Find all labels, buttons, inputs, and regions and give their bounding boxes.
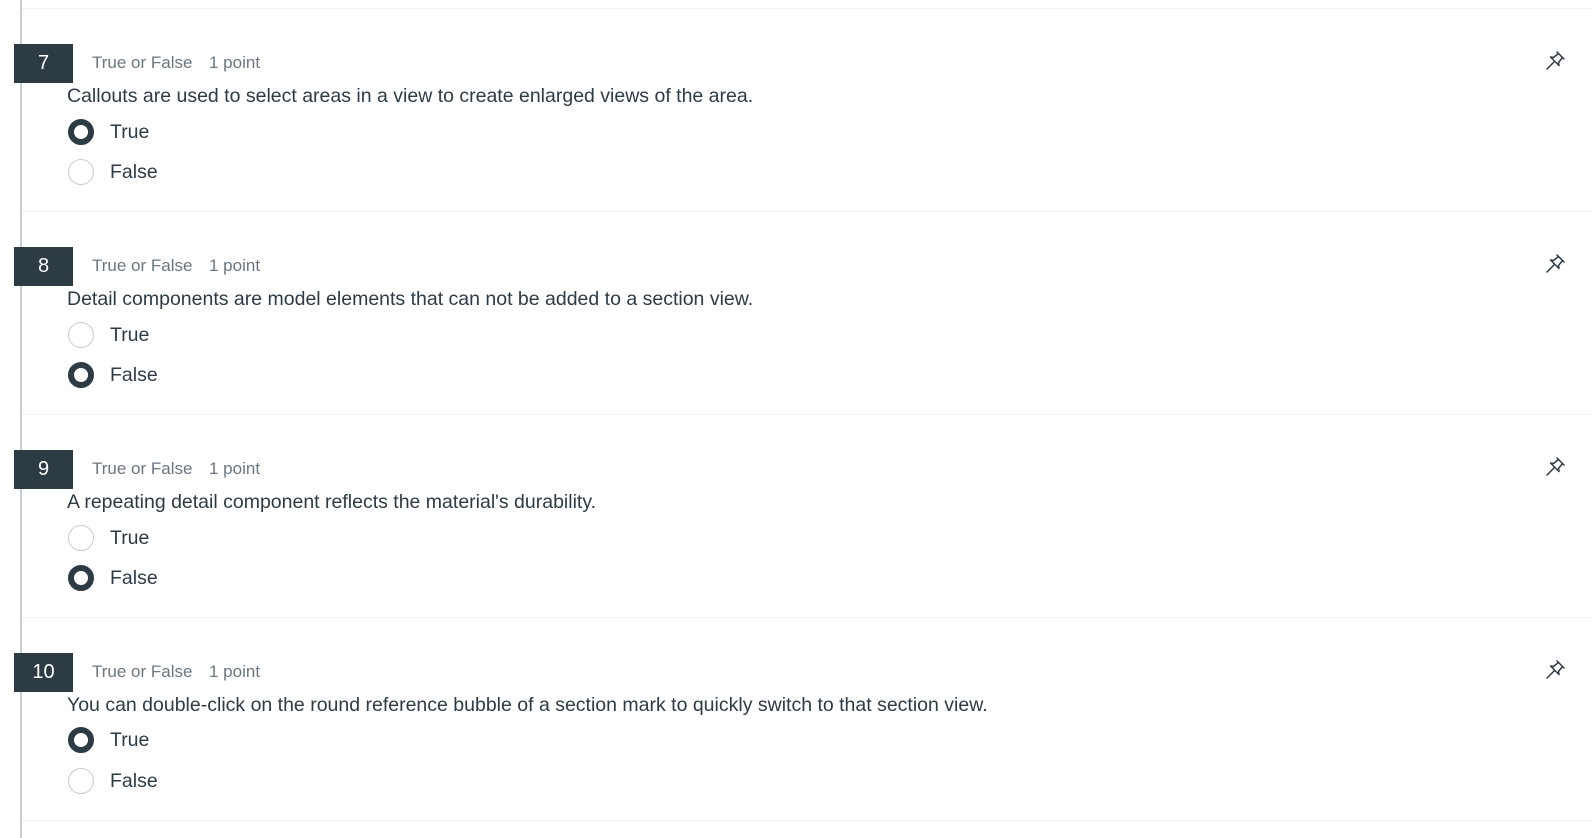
answer-option-true[interactable]: True [68,727,149,753]
question-number-badge: 10 [14,653,73,692]
answer-option-false[interactable]: False [68,159,158,185]
answer-label: True [110,120,150,143]
radio-button[interactable] [68,159,94,185]
question-divider [22,617,1592,618]
answer-option-false[interactable]: False [68,362,158,388]
question-points: 1 point [209,53,261,72]
question-text: You can double-click on the round refere… [67,694,988,716]
question-divider [22,820,1592,821]
radio-button[interactable] [68,119,94,145]
answer-label: False [110,160,158,183]
question-divider [22,414,1592,415]
question-number-badge: 9 [14,450,73,489]
question-7: 7 True or False 1 point Callouts are use… [0,44,1592,204]
pushpin-icon[interactable] [1544,253,1566,275]
pushpin-icon[interactable] [1544,659,1566,681]
question-type: True or False [92,53,193,72]
answer-label: False [110,566,158,589]
question-number-badge: 8 [14,247,73,286]
question-type: True or False [92,459,193,478]
answer-option-true[interactable]: True [68,119,149,145]
answer-option-false[interactable]: False [68,768,158,794]
question-points: 1 point [209,256,261,275]
question-8: 8 True or False 1 point Detail component… [0,247,1592,407]
question-type: True or False [92,662,193,681]
answer-label: True [110,526,150,549]
answer-label: False [110,769,158,792]
question-10: 10 True or False 1 point You can double-… [0,653,1592,813]
answer-option-false[interactable]: False [68,565,158,591]
answer-label: False [110,363,158,386]
radio-button[interactable] [68,768,94,794]
question-text: Callouts are used to select areas in a v… [67,85,754,107]
question-number-badge: 7 [14,44,73,83]
radio-button[interactable] [68,322,94,348]
answer-label: True [110,728,150,751]
question-type: True or False [92,256,193,275]
question-text: A repeating detail component reflects th… [67,491,597,513]
question-divider [22,8,1592,9]
question-points: 1 point [209,459,261,478]
question-text: Detail components are model elements tha… [67,288,754,310]
answer-option-true[interactable]: True [68,525,149,551]
radio-button[interactable] [68,525,94,551]
question-divider [22,211,1592,212]
pushpin-icon[interactable] [1544,50,1566,72]
radio-button[interactable] [68,362,94,388]
pushpin-icon[interactable] [1544,456,1566,478]
question-points: 1 point [209,662,261,681]
radio-button[interactable] [68,565,94,591]
radio-button[interactable] [68,727,94,753]
answer-option-true[interactable]: True [68,322,149,348]
quiz-page: 7 True or False 1 point Callouts are use… [0,0,1592,838]
question-9: 9 True or False 1 point A repeating deta… [0,450,1592,610]
answer-label: True [110,323,150,346]
